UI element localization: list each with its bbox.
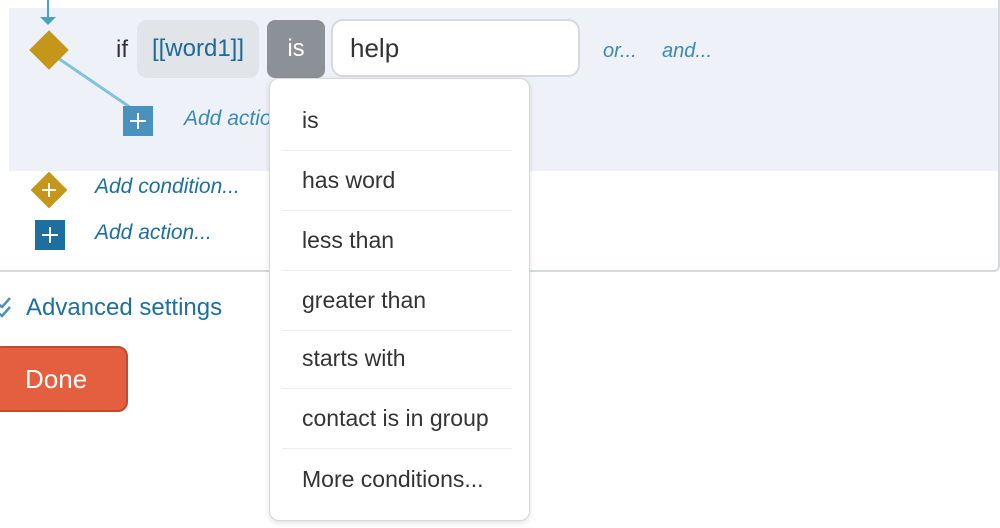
plus-icon: [42, 183, 56, 197]
add-action-plus-icon[interactable]: [123, 106, 153, 136]
menu-item-has-word[interactable]: has word: [282, 151, 512, 211]
menu-item-less-than[interactable]: less than: [282, 211, 512, 271]
and-link[interactable]: and...: [662, 40, 712, 63]
condition-value-input[interactable]: [331, 19, 580, 77]
plus-icon: [42, 227, 58, 243]
plus-icon: [130, 113, 146, 129]
variable-chip[interactable]: [[word1]]: [137, 20, 259, 78]
if-label: if: [116, 36, 128, 63]
flow-arrow-icon: [40, 17, 56, 25]
menu-item-contact-in-group[interactable]: contact is in group: [282, 389, 512, 449]
add-action-link[interactable]: Add action...: [95, 221, 212, 245]
or-link[interactable]: or...: [603, 40, 637, 63]
add-condition-icon[interactable]: [30, 171, 68, 209]
double-chevron-icon[interactable]: [0, 296, 14, 320]
done-button[interactable]: Done: [0, 346, 128, 412]
add-action-icon[interactable]: [35, 220, 65, 250]
menu-item-starts-with[interactable]: starts with: [282, 329, 512, 389]
menu-item-more-conditions[interactable]: More conditions...: [282, 449, 512, 509]
operator-select[interactable]: is: [267, 20, 325, 78]
add-condition-link[interactable]: Add condition...: [95, 175, 240, 199]
operator-dropdown-menu: is has word less than greater than start…: [269, 78, 530, 521]
menu-item-greater-than[interactable]: greater than: [282, 271, 512, 331]
advanced-settings-link[interactable]: Advanced settings: [26, 294, 222, 322]
menu-item-is[interactable]: is: [282, 91, 512, 151]
